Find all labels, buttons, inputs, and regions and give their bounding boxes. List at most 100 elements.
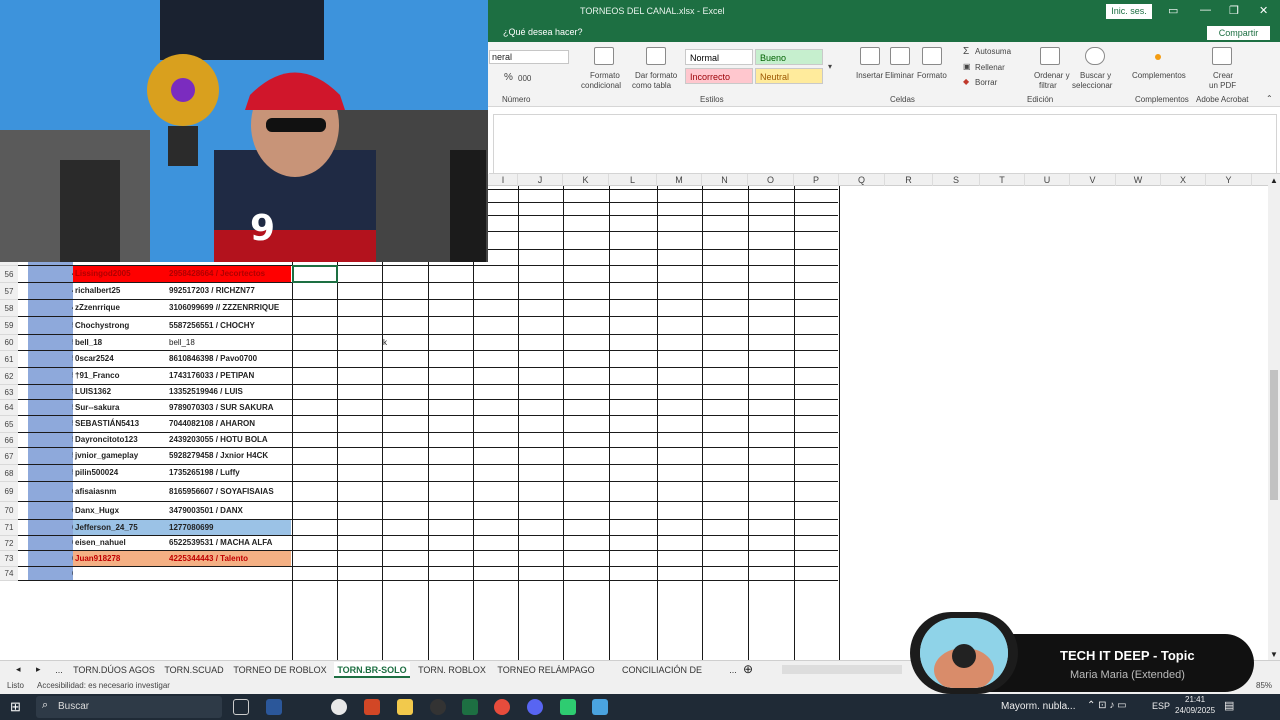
row-header[interactable]: 62 — [0, 368, 18, 385]
player-name-cell[interactable]: LUIS1362 — [73, 385, 168, 399]
column-header[interactable]: Y — [1206, 174, 1252, 186]
player-name-cell[interactable]: eisen_nahuel — [73, 536, 168, 550]
language-indicator[interactable]: ESP — [1152, 701, 1170, 711]
row-header[interactable]: 57 — [0, 283, 18, 300]
player-id-cell[interactable]: bell_18 — [168, 335, 291, 350]
autosum-button[interactable]: Autosuma — [975, 47, 1011, 56]
sheet-tab[interactable]: TORNEO RELÁMPAGO — [494, 662, 598, 678]
clear-button[interactable]: Borrar — [975, 78, 997, 87]
collapse-ribbon-icon[interactable]: ⌃ — [1266, 94, 1273, 103]
sign-in-button[interactable]: Inic. ses. — [1106, 4, 1152, 19]
player-id-cell[interactable]: 9789070303 / SUR SAKURA — [168, 400, 291, 415]
extra-cell[interactable]: k — [383, 335, 423, 350]
create-pdf-button-1[interactable]: Crear — [1213, 71, 1233, 80]
player-id-cell[interactable]: 1735265198 / Luffy — [168, 465, 291, 481]
player-name-cell[interactable]: Chochystrong — [73, 317, 168, 334]
player-name-cell[interactable]: afisaiasnm — [73, 482, 168, 501]
player-name-cell[interactable]: Lissingod2005 — [73, 266, 168, 282]
player-name-cell[interactable]: bell_18 — [73, 335, 168, 350]
scroll-down-icon[interactable]: ▼ — [1270, 650, 1278, 659]
taskbar-search[interactable]: Buscar — [36, 696, 222, 718]
horizontal-scrollbar[interactable] — [782, 665, 902, 674]
app-icon-2[interactable] — [560, 699, 576, 715]
player-name-cell[interactable]: †91_Franco — [73, 368, 168, 384]
percent-button[interactable]: % — [504, 72, 513, 83]
row-header[interactable]: 74 — [0, 567, 18, 581]
styles-more-icon[interactable]: ▾ — [828, 62, 832, 71]
obs-icon[interactable] — [430, 699, 446, 715]
fill-button[interactable]: Rellenar — [975, 63, 1005, 72]
row-header[interactable]: 60 — [0, 335, 18, 351]
thousands-button[interactable]: 000 — [518, 74, 531, 83]
more-sheets-button[interactable]: ... — [726, 662, 740, 678]
row-header[interactable]: 73 — [0, 551, 18, 567]
weather-status[interactable]: Mayorm. nubla... — [1001, 701, 1075, 712]
addins-button[interactable]: Complementos — [1132, 71, 1186, 80]
scroll-thumb[interactable] — [1270, 370, 1278, 500]
clock-time[interactable]: 21:41 — [1185, 695, 1205, 704]
row-header[interactable]: 64 — [0, 400, 18, 416]
sheet-tab[interactable]: TORN.BR-SOLO — [334, 662, 410, 678]
row-header[interactable]: 59 — [0, 317, 18, 335]
create-pdf-button-2[interactable]: un PDF — [1209, 81, 1236, 90]
chrome-icon[interactable] — [331, 699, 347, 715]
player-name-cell[interactable]: zZzenrrique — [73, 300, 168, 316]
row-header[interactable]: 67 — [0, 448, 18, 465]
browser-icon[interactable] — [494, 699, 510, 715]
player-id-cell[interactable]: 3479003501 / DANX — [168, 502, 291, 519]
task-view-icon[interactable] — [233, 699, 249, 715]
word-icon[interactable] — [266, 699, 282, 715]
app-icon[interactable] — [527, 699, 543, 715]
more-sheets-button[interactable]: ... — [52, 662, 66, 678]
media-notification[interactable]: TECH IT DEEP - Topic Maria Maria (Extend… — [900, 612, 1256, 694]
player-name-cell[interactable]: Juan918278 — [73, 551, 168, 566]
row-header[interactable]: 70 — [0, 502, 18, 520]
tell-me-input[interactable]: ¿Qué desea hacer? — [503, 27, 583, 37]
sheet-tab[interactable]: TORNEO DE ROBLOX — [230, 662, 330, 678]
column-header[interactable]: K — [563, 174, 609, 186]
row-header[interactable]: 56 — [0, 266, 18, 283]
sort-filter-button-2[interactable]: filtrar — [1039, 81, 1057, 90]
accessibility-status[interactable]: Accesibilidad: es necesario investigar — [37, 681, 170, 690]
row-header[interactable]: 72 — [0, 536, 18, 551]
column-header[interactable]: R — [885, 174, 933, 186]
player-id-cell[interactable]: 13352519946 / LUIS — [168, 385, 291, 399]
sheet-tab[interactable]: TORN.DÚOS AGOS — [70, 662, 158, 678]
add-sheet-icon[interactable]: ⊕ — [743, 662, 753, 676]
format-button[interactable]: Formato — [917, 71, 947, 80]
column-header[interactable]: L — [609, 174, 657, 186]
column-header[interactable]: U — [1025, 174, 1070, 186]
style-bueno[interactable]: Bueno — [755, 49, 823, 65]
row-header[interactable]: 63 — [0, 385, 18, 400]
player-id-cell[interactable]: 8165956607 / SOYAFISAIAS — [168, 482, 291, 501]
column-header[interactable]: W — [1116, 174, 1161, 186]
find-select-button-2[interactable]: seleccionar — [1072, 81, 1112, 90]
column-header[interactable]: M — [657, 174, 702, 186]
number-format-select[interactable]: neral — [489, 50, 569, 64]
sheet-tab[interactable]: TORN. ROBLOX — [414, 662, 490, 678]
restore-icon[interactable]: ❐ — [1229, 4, 1239, 17]
player-id-cell[interactable]: 1743176033 / PETIPAN — [168, 368, 291, 384]
style-neutral[interactable]: Neutral — [755, 68, 823, 84]
formula-bar[interactable] — [489, 108, 1280, 174]
find-select-button-1[interactable]: Buscar y — [1080, 71, 1111, 80]
column-header[interactable]: J — [518, 174, 563, 186]
file-explorer-icon[interactable] — [397, 699, 413, 715]
row-header[interactable]: 58 — [0, 300, 18, 317]
zoom-level[interactable]: 85% — [1256, 681, 1272, 690]
player-name-cell[interactable]: SEBASTIÁN5413 — [73, 416, 168, 432]
player-id-cell[interactable]: 2958428664 / Jecortectos — [168, 266, 291, 282]
row-header[interactable]: 65 — [0, 416, 18, 433]
column-header[interactable]: S — [933, 174, 980, 186]
app-icon-3[interactable] — [592, 699, 608, 715]
player-name-cell[interactable]: Sur--sakura — [73, 400, 168, 415]
next-sheet-icon[interactable]: ▸ — [36, 664, 41, 675]
sheet-tab[interactable]: TORN.SCUAD — [162, 662, 226, 678]
player-name-cell[interactable] — [73, 567, 168, 580]
player-id-cell[interactable]: 1277080699 — [168, 520, 291, 535]
player-name-cell[interactable]: Jefferson_24_75 — [73, 520, 168, 535]
minimize-icon[interactable]: — — [1200, 4, 1211, 16]
column-header[interactable]: Q — [839, 174, 885, 186]
player-id-cell[interactable]: 5587256551 / CHOCHY — [168, 317, 291, 334]
conditional-format-button-1[interactable]: Formato — [590, 71, 620, 80]
